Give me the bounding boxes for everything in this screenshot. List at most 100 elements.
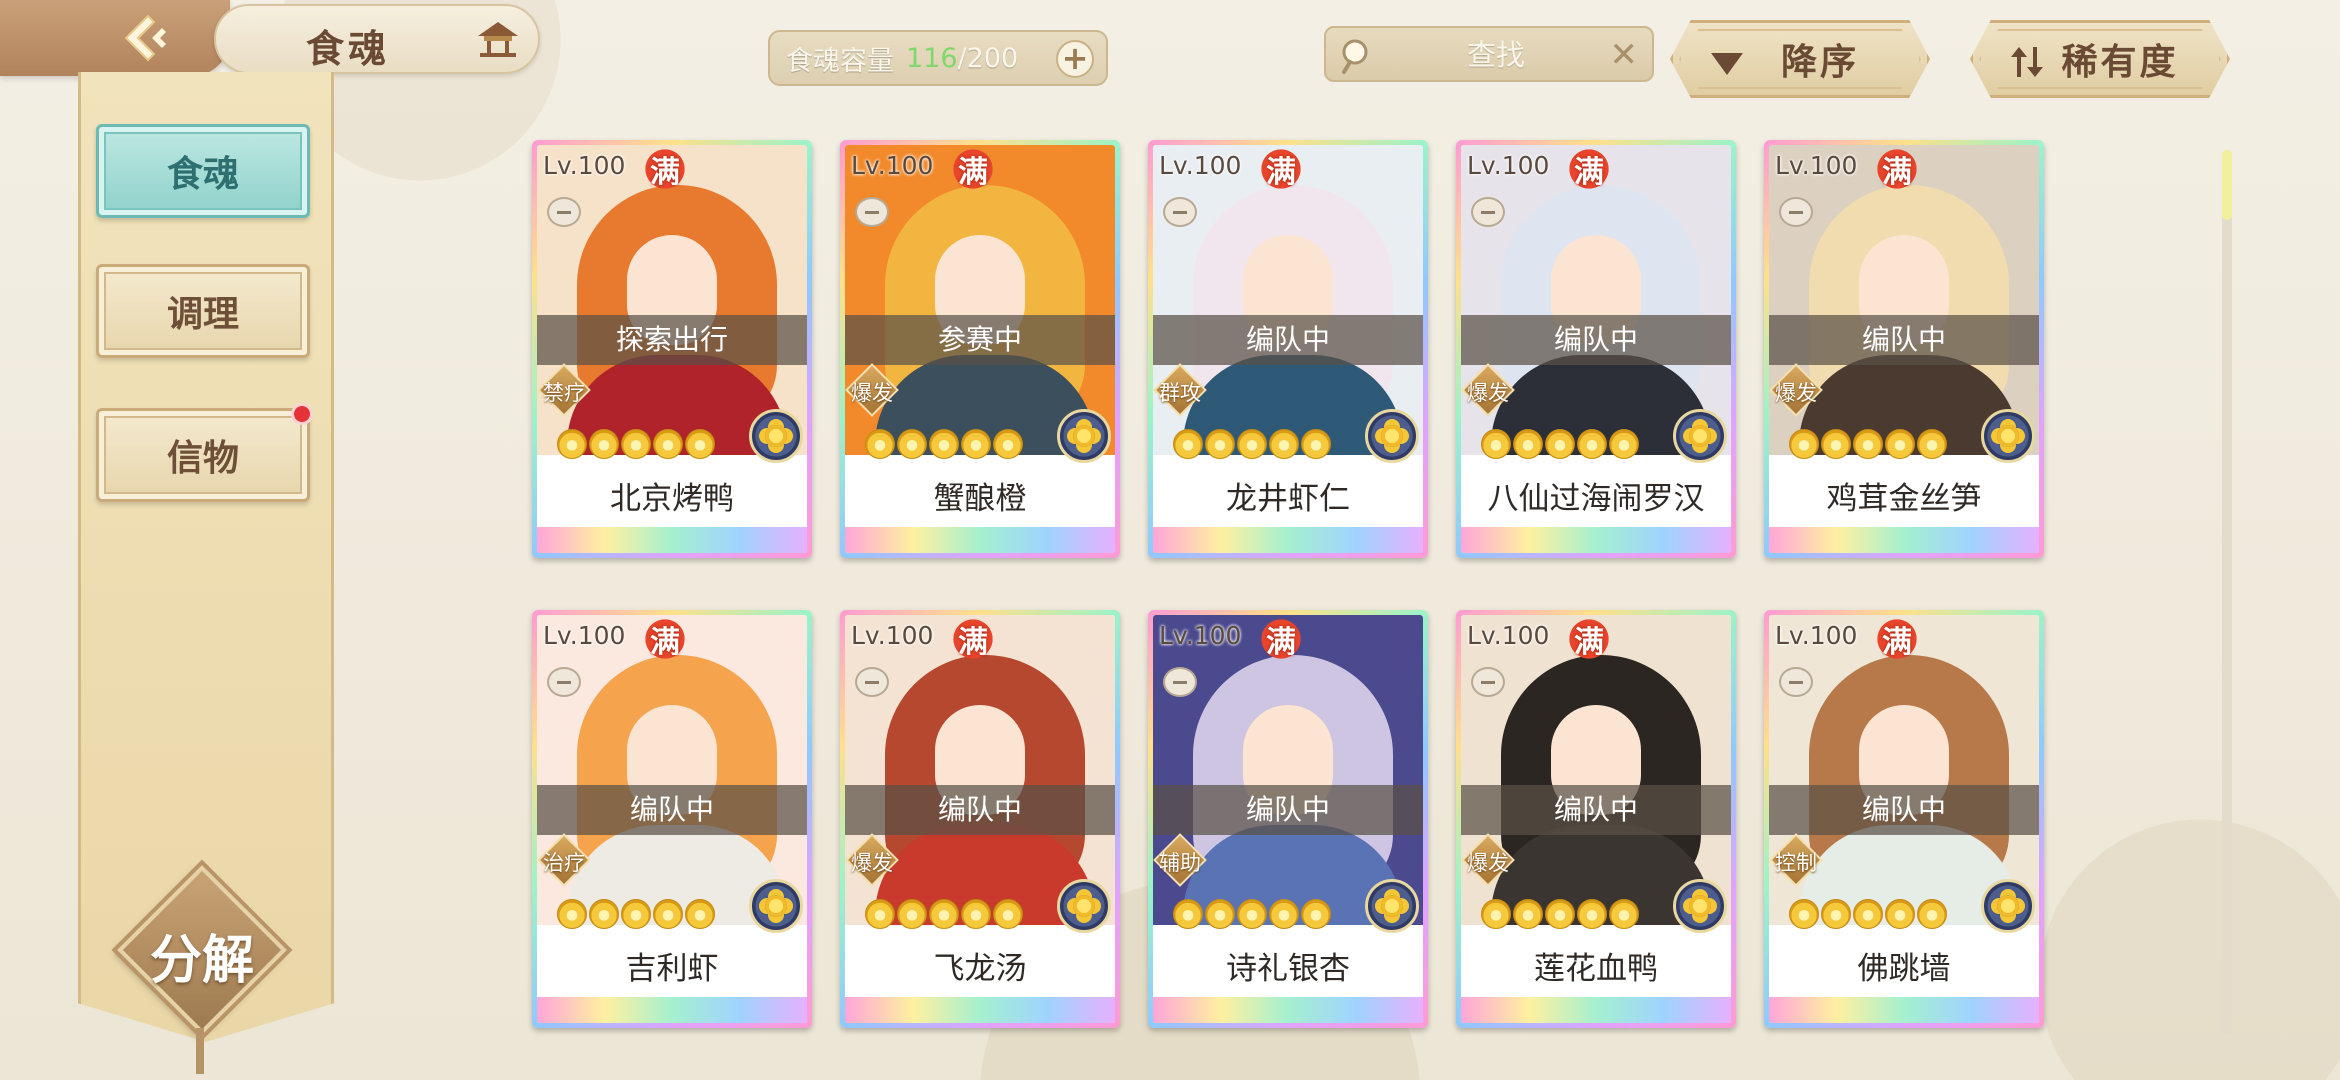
card-rarity-strip	[845, 527, 1115, 553]
element-flower-icon	[1981, 879, 2035, 933]
status-banner: 编队中	[1769, 785, 2039, 835]
back-arrow-icon	[124, 14, 166, 62]
max-level-badge: 满	[949, 145, 997, 195]
card-rarity-strip	[1769, 527, 2039, 553]
capacity-current: 116	[906, 42, 958, 74]
search-input[interactable]	[1406, 38, 1586, 72]
back-button[interactable]	[118, 12, 174, 64]
card-rarity-strip	[1153, 527, 1423, 553]
role-badge: 禁疗	[537, 363, 591, 417]
sidebar-item-food-souls[interactable]: 食魂	[96, 124, 310, 218]
lock-toggle-icon[interactable]	[1779, 197, 1813, 227]
star-rating	[865, 429, 1023, 459]
character-name: 飞龙汤	[845, 933, 1115, 997]
star-icon	[1821, 429, 1851, 459]
card-rarity-strip	[1153, 997, 1423, 1023]
star-icon	[1237, 899, 1267, 929]
decompose-button[interactable]: 分解	[117, 865, 287, 1035]
character-name: 鸡茸金丝笋	[1769, 463, 2039, 527]
star-icon	[1237, 429, 1267, 459]
star-icon	[1173, 429, 1203, 459]
star-icon	[1885, 429, 1915, 459]
lock-toggle-icon[interactable]	[855, 667, 889, 697]
scrollbar-thumb[interactable]	[2222, 150, 2232, 220]
pavilion-icon[interactable]	[474, 20, 522, 60]
role-label: 禁疗	[543, 381, 585, 405]
star-icon	[621, 429, 651, 459]
search-box: ✕	[1324, 26, 1654, 82]
character-name: 龙井虾仁	[1153, 463, 1423, 527]
lock-toggle-icon[interactable]	[547, 667, 581, 697]
star-rating	[1173, 899, 1331, 929]
star-icon	[1821, 899, 1851, 929]
expand-capacity-button[interactable]: +	[1056, 40, 1094, 78]
role-badge: 爆发	[1461, 833, 1515, 887]
status-banner: 编队中	[1461, 785, 1731, 835]
lock-toggle-icon[interactable]	[1471, 197, 1505, 227]
grid-scrollbar[interactable]	[2222, 150, 2232, 1035]
lock-toggle-icon[interactable]	[855, 197, 889, 227]
sidebar-item-conditioning[interactable]: 调理	[96, 264, 310, 358]
star-icon	[589, 429, 619, 459]
max-level-badge: 满	[641, 615, 689, 665]
capacity-label: 食魂容量	[786, 45, 894, 77]
lock-toggle-icon[interactable]	[1779, 667, 1813, 697]
lock-toggle-icon[interactable]	[1471, 667, 1505, 697]
swap-arrows-icon	[2011, 47, 2043, 77]
character-name: 蟹酿橙	[845, 463, 1115, 527]
level-label: Lv.100	[1467, 621, 1550, 650]
character-name: 北京烤鸭	[537, 463, 807, 527]
level-label: Lv.100	[1159, 151, 1242, 180]
star-icon	[1301, 899, 1331, 929]
lock-toggle-icon[interactable]	[1163, 667, 1197, 697]
food-soul-card[interactable]: Lv.100 满编队中 治疗 吉利虾	[532, 610, 812, 1028]
status-banner: 编队中	[1153, 315, 1423, 365]
star-icon	[865, 899, 895, 929]
lock-toggle-icon[interactable]	[547, 197, 581, 227]
star-rating	[557, 899, 715, 929]
star-rating	[1481, 429, 1639, 459]
decompose-label: 分解	[149, 930, 254, 991]
back-tab	[0, 0, 230, 76]
search-icon	[1342, 39, 1368, 74]
lock-toggle-icon[interactable]	[1163, 197, 1197, 227]
star-icon	[897, 429, 927, 459]
triangle-down-icon	[1711, 53, 1743, 75]
role-badge: 治疗	[537, 833, 591, 887]
clear-search-icon[interactable]: ✕	[1610, 38, 1639, 72]
food-soul-card[interactable]: Lv.100 满编队中 群攻 龙井虾仁	[1148, 140, 1428, 558]
star-rating	[1173, 429, 1331, 459]
card-rarity-strip	[1461, 997, 1731, 1023]
food-soul-card[interactable]: Lv.100 满编队中 爆发 鸡茸金丝笋	[1764, 140, 2044, 558]
star-icon	[1609, 899, 1639, 929]
star-rating	[1789, 429, 1947, 459]
role-label: 辅助	[1159, 851, 1201, 875]
food-soul-card[interactable]: Lv.100 满参赛中 爆发 蟹酿橙	[840, 140, 1120, 558]
card-body: Lv.100 满参赛中 爆发 蟹酿橙	[845, 145, 1115, 553]
role-label: 群攻	[1159, 381, 1201, 405]
element-flower-icon	[1365, 879, 1419, 933]
status-banner: 编队中	[1153, 785, 1423, 835]
star-icon	[1173, 899, 1203, 929]
food-soul-card[interactable]: Lv.100 满编队中 控制 佛跳墙	[1764, 610, 2044, 1028]
star-icon	[1577, 429, 1607, 459]
tassel-decoration	[196, 1028, 204, 1074]
food-soul-card[interactable]: Lv.100 满编队中 辅助 诗礼银杏	[1148, 610, 1428, 1028]
food-soul-card[interactable]: Lv.100 满编队中 爆发 八仙过海闹罗汉	[1456, 140, 1736, 558]
sidebar-item-tokens[interactable]: 信物	[96, 403, 313, 502]
food-soul-card[interactable]: Lv.100 满编队中 爆发 飞龙汤	[840, 610, 1120, 1028]
card-rarity-strip	[845, 997, 1115, 1023]
character-name: 吉利虾	[537, 933, 807, 997]
star-icon	[929, 899, 959, 929]
role-badge: 群攻	[1153, 363, 1207, 417]
sort-rarity-button[interactable]: 稀有度	[1970, 20, 2230, 98]
food-soul-card[interactable]: Lv.100 满探索出行 禁疗 北京烤鸭	[532, 140, 812, 558]
food-soul-card[interactable]: Lv.100 满编队中 爆发 莲花血鸭	[1456, 610, 1736, 1028]
role-label: 爆发	[851, 851, 893, 875]
star-rating	[1789, 899, 1947, 929]
sort-order-button[interactable]: 降序	[1670, 20, 1930, 98]
role-label: 治疗	[543, 851, 585, 875]
status-banner: 编队中	[1461, 315, 1731, 365]
star-icon	[961, 899, 991, 929]
card-body: Lv.100 满编队中 爆发 莲花血鸭	[1461, 615, 1731, 1023]
